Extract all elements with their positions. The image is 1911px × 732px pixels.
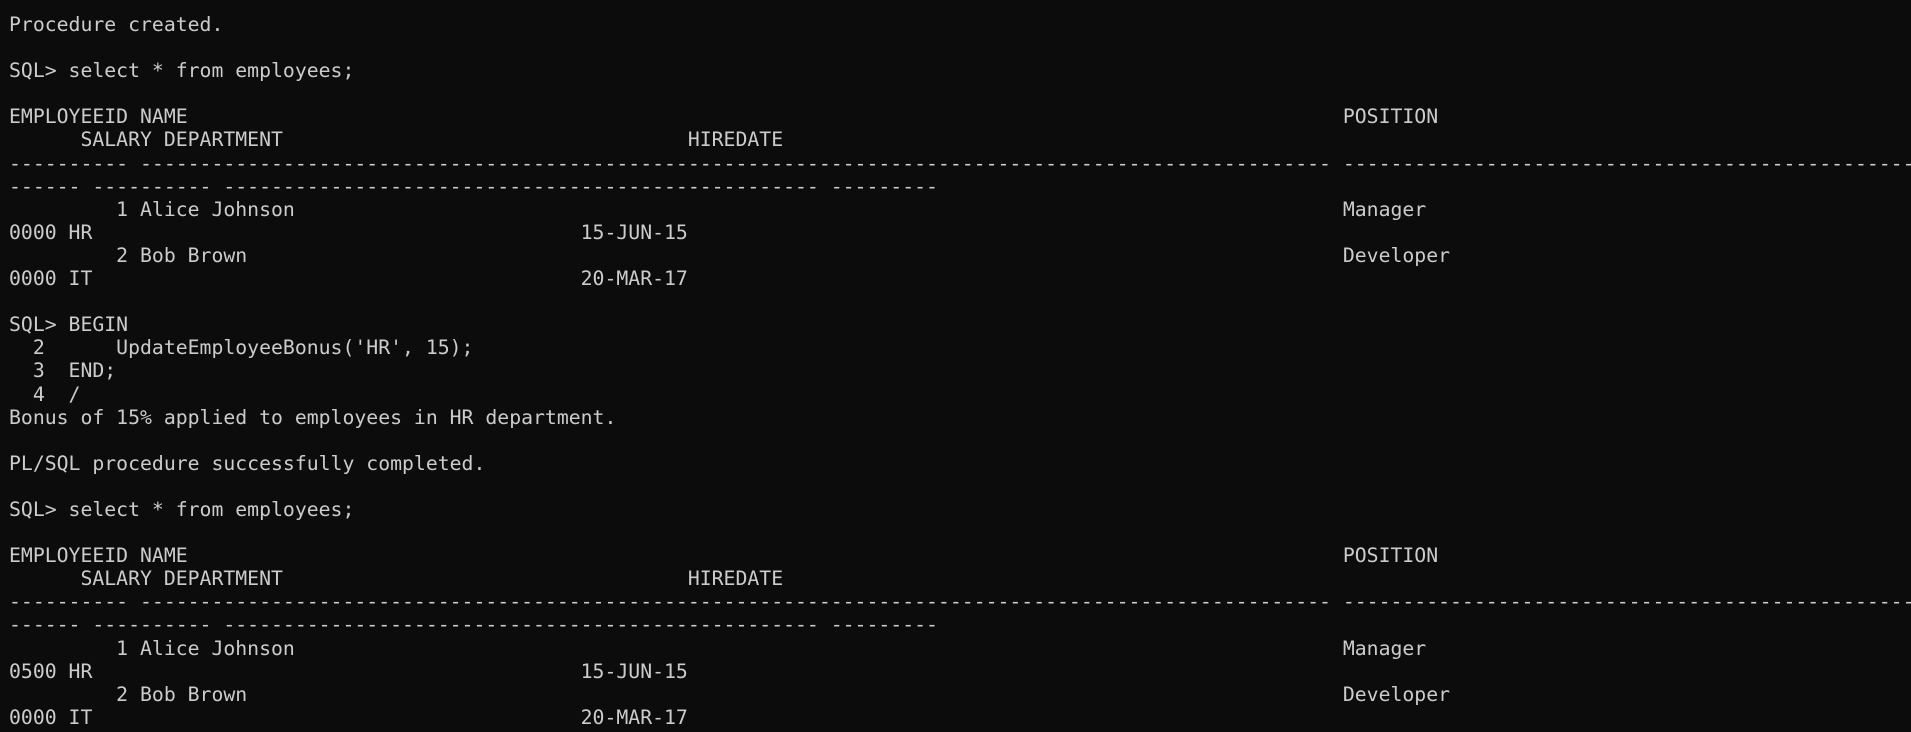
table-header-line: EMPLOYEEID NAME POSITION <box>9 544 1439 568</box>
table-row: 1 Alice Johnson Manager 7 <box>116 197 1427 221</box>
table-row: 1 Alice Johnson Manager 8 <box>116 636 1427 660</box>
sql-command-line: SQL> BEGIN <box>9 313 129 337</box>
table-row: 0500 HR 15-JUN-15 <box>9 659 688 683</box>
table-header-line: SALARY DEPARTMENT HIREDATE <box>9 567 784 591</box>
table-row: 0000 HR 15-JUN-15 <box>9 220 688 244</box>
table-row: 2 Bob Brown Developer 6 <box>116 682 1451 706</box>
sql-command-line: SQL> select * from employees; <box>9 59 355 83</box>
status-line: PL/SQL procedure successfully completed. <box>9 451 486 475</box>
output-line: Bonus of 15% applied to employees in HR … <box>9 405 617 429</box>
table-separator-line: ------ ---------- ----------------------… <box>9 613 938 637</box>
sql-command-line: 4 / <box>9 382 81 406</box>
sql-command-line: 3 END; <box>9 359 117 383</box>
table-row: 0000 IT 20-MAR-17 <box>9 705 688 729</box>
sql-command-line: 2 UpdateEmployeeBonus('HR', 15); <box>9 336 474 360</box>
sql-command-line: SQL> select * from employees; <box>9 497 355 521</box>
table-header-line: EMPLOYEEID NAME POSITION <box>9 105 1439 129</box>
terminal-output[interactable]: Procedure created. SQL> select * from em… <box>0 0 1911 732</box>
table-separator-line: ---------- -----------------------------… <box>9 590 1911 614</box>
table-header-line: SALARY DEPARTMENT HIREDATE <box>9 128 784 152</box>
status-line: Procedure created. <box>9 13 224 36</box>
table-row: 2 Bob Brown Developer 6 <box>116 243 1451 267</box>
table-separator-line: ---------- -----------------------------… <box>9 151 1911 175</box>
table-row: 0000 IT 20-MAR-17 <box>9 267 688 291</box>
table-separator-line: ------ ---------- ----------------------… <box>9 174 938 198</box>
